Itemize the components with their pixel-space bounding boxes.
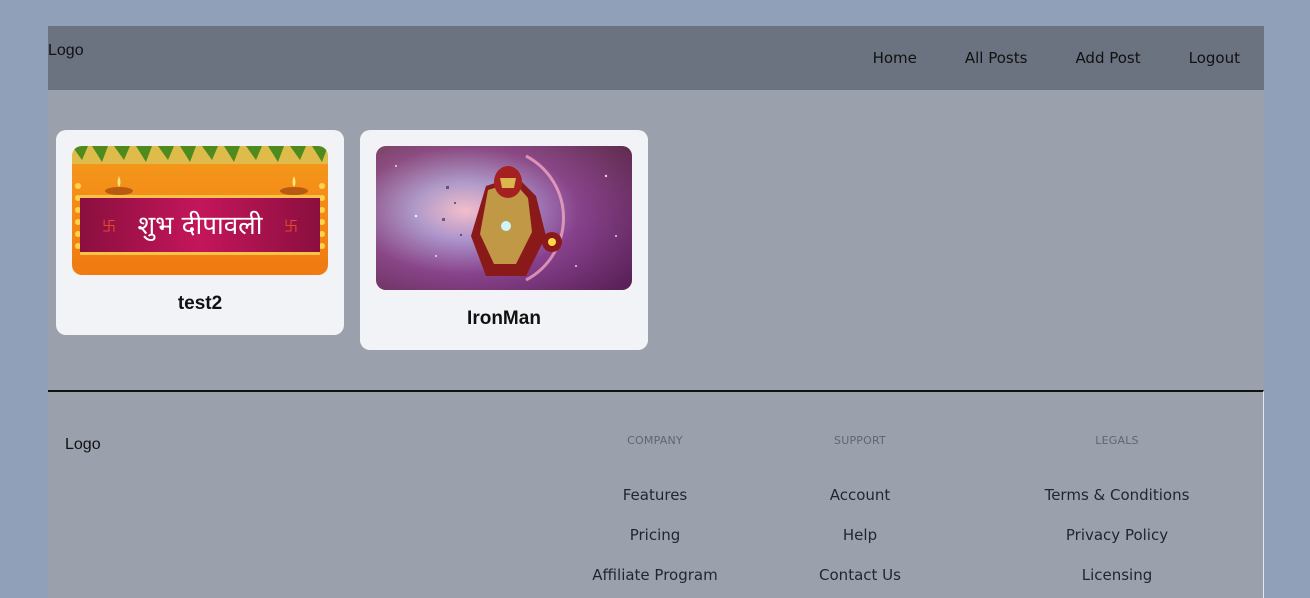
diwali-banner-image: 卐 卐 शुभ दीपावली	[72, 146, 328, 275]
post-thumbnail-diwali[interactable]: 卐 卐 शुभ दीपावली	[72, 146, 328, 275]
footer-logo[interactable]: Logo	[65, 436, 101, 454]
footer-link-pricing[interactable]: Pricing	[545, 515, 765, 555]
nav-home-link[interactable]: Home	[849, 49, 941, 67]
nav-logout-link[interactable]: Logout	[1165, 49, 1264, 67]
post-card-ironman[interactable]: IronMan	[360, 130, 648, 350]
post-card-test2[interactable]: 卐 卐 शुभ दीपावली test2	[56, 130, 344, 335]
footer-link-terms[interactable]: Terms & Conditions	[1007, 475, 1227, 515]
footer-link-privacy-policy[interactable]: Privacy Policy	[1007, 515, 1227, 555]
footer-link-licensing[interactable]: Licensing	[1007, 555, 1227, 595]
post-thumbnail-ironman[interactable]	[376, 146, 632, 290]
ironman-image	[376, 146, 632, 290]
navbar: Logo Home All Posts Add Post Logout	[48, 26, 1264, 90]
footer-link-help[interactable]: Help	[750, 515, 970, 555]
post-title[interactable]: IronMan	[376, 308, 632, 330]
nav-all-posts-link[interactable]: All Posts	[941, 49, 1052, 67]
page-frame: Logo Home All Posts Add Post Logout 卐 卐 …	[48, 26, 1264, 598]
diwali-greeting-text: शुभ दीपावली	[137, 210, 263, 241]
nav-add-post-link[interactable]: Add Post	[1051, 49, 1164, 67]
footer-link-contact-us[interactable]: Contact Us	[750, 555, 970, 595]
footer-column-company: COMPANY Features Pricing Affiliate Progr…	[545, 434, 765, 595]
footer-heading-support: SUPPORT	[834, 434, 886, 447]
footer-link-affiliate-program[interactable]: Affiliate Program	[545, 555, 765, 595]
footer: Logo COMPANY Features Pricing Affiliate …	[48, 390, 1264, 598]
footer-column-legals: LEGALS Terms & Conditions Privacy Policy…	[1007, 434, 1227, 595]
footer-column-support: SUPPORT Account Help Contact Us	[750, 434, 970, 595]
header-logo[interactable]: Logo	[48, 42, 84, 60]
svg-text:卐: 卐	[102, 219, 116, 235]
nav-links: Home All Posts Add Post Logout	[849, 46, 1264, 70]
post-title[interactable]: test2	[72, 293, 328, 315]
svg-text:卐: 卐	[284, 219, 298, 235]
footer-link-features[interactable]: Features	[545, 475, 765, 515]
footer-heading-company: COMPANY	[627, 434, 683, 447]
footer-link-account[interactable]: Account	[750, 475, 970, 515]
footer-heading-legals: LEGALS	[1095, 434, 1139, 447]
